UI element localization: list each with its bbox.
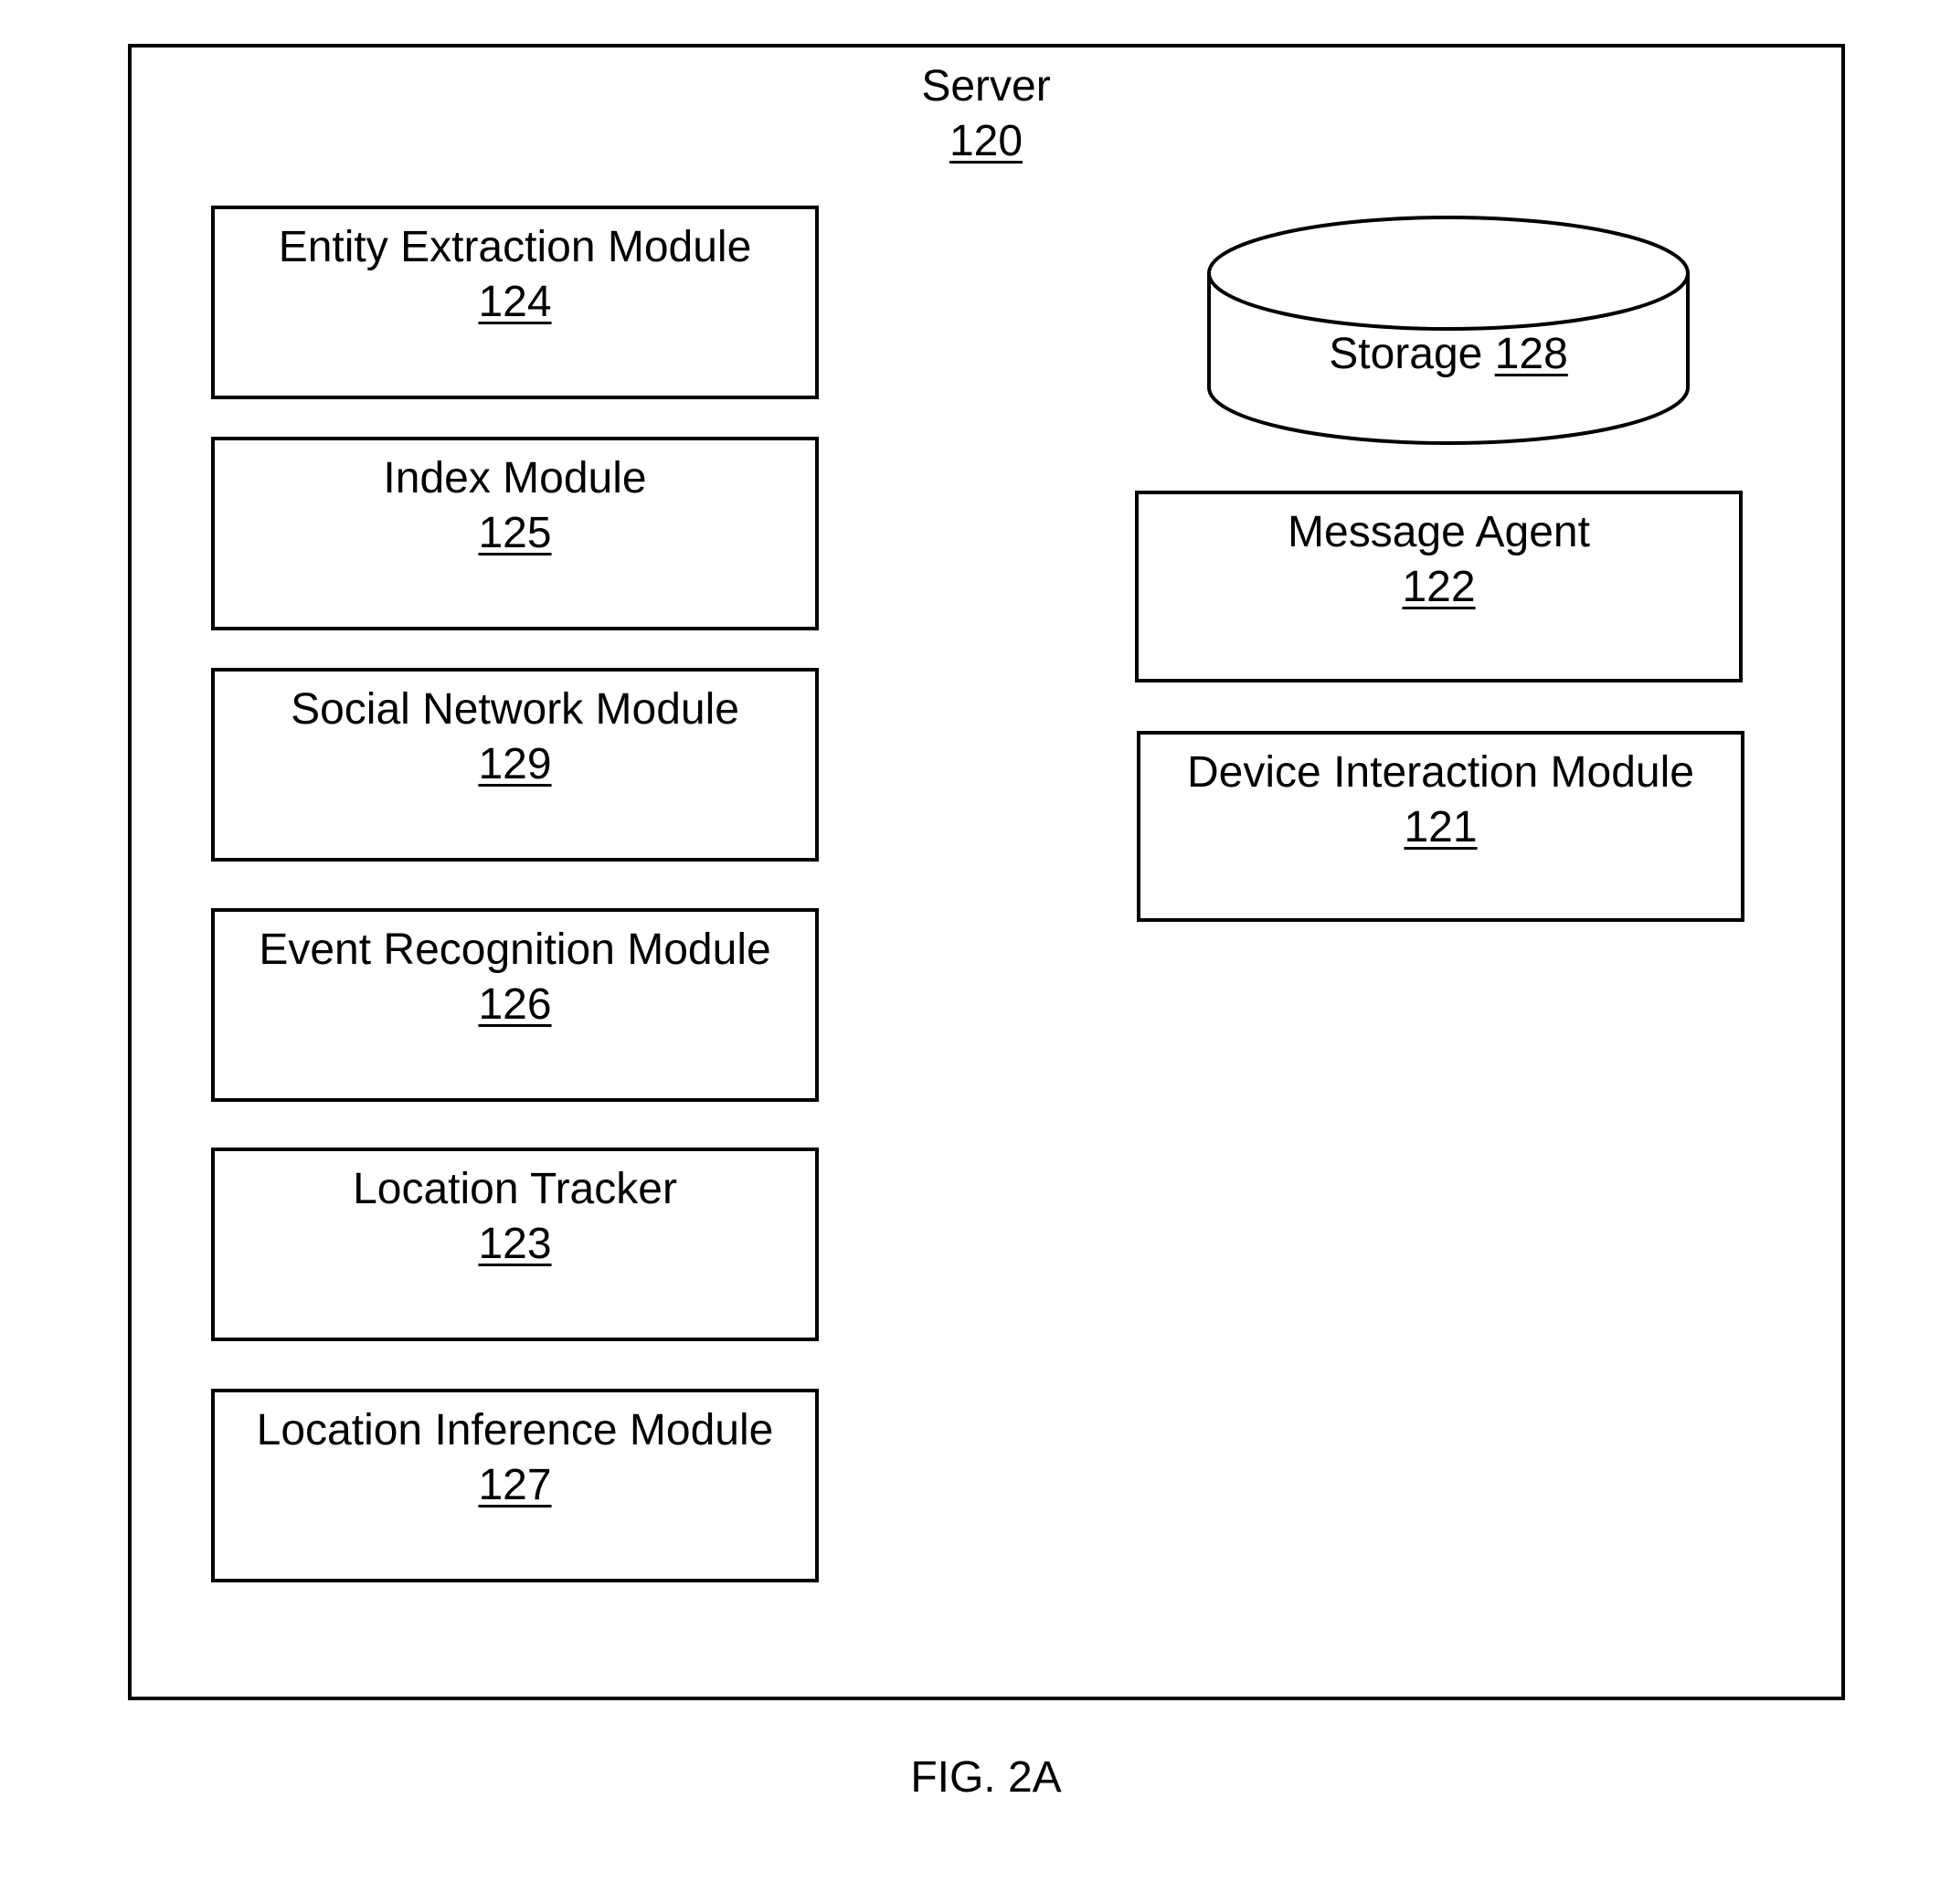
- module-ref-number: 129: [478, 740, 552, 788]
- storage-ref-number: 128: [1494, 330, 1568, 378]
- module-ref-number: 124: [478, 278, 552, 326]
- module-name: Device Interaction Module: [1187, 748, 1694, 797]
- storage-name: Storage: [1329, 330, 1483, 378]
- figure-caption: FIG. 2A: [910, 1753, 1062, 1802]
- location-inference-module: Location Inference Module 127: [211, 1389, 819, 1582]
- patent-figure: Server 120 Entity Extraction Module 124 …: [0, 0, 1951, 1904]
- social-network-module: Social Network Module 129: [211, 668, 819, 862]
- message-agent-module: Message Agent 122: [1135, 491, 1743, 682]
- device-interaction-module: Device Interaction Module 121: [1137, 731, 1744, 922]
- module-name: Event Recognition Module: [259, 926, 771, 974]
- server-title: Server: [921, 62, 1051, 111]
- entity-extraction-module: Entity Extraction Module 124: [211, 206, 819, 399]
- module-ref-number: 127: [478, 1461, 552, 1509]
- event-recognition-module: Event Recognition Module 126: [211, 908, 819, 1102]
- index-module: Index Module 125: [211, 437, 819, 630]
- module-ref-number: 125: [478, 509, 552, 557]
- module-name: Message Agent: [1288, 508, 1590, 556]
- module-name: Index Module: [383, 454, 647, 502]
- location-tracker-module: Location Tracker 123: [211, 1148, 819, 1341]
- storage-label: Storage 128: [1220, 327, 1677, 382]
- module-name: Social Network Module: [291, 685, 739, 734]
- module-name: Location Inference Module: [256, 1406, 774, 1454]
- module-ref-number: 123: [478, 1220, 552, 1268]
- module-ref-number: 126: [478, 980, 552, 1029]
- module-ref-number: 121: [1404, 803, 1478, 852]
- server-ref-number: 120: [949, 117, 1023, 165]
- module-name: Entity Extraction Module: [278, 223, 752, 271]
- server-title-block: Server 120: [803, 59, 1169, 169]
- module-ref-number: 122: [1402, 563, 1476, 611]
- module-name: Location Tracker: [353, 1165, 677, 1213]
